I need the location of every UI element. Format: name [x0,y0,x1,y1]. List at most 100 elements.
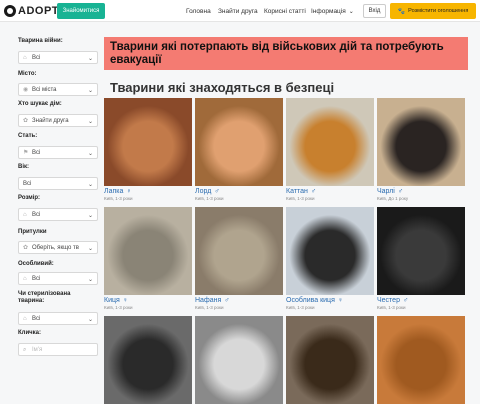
paw-icon: ✿ [23,117,29,124]
filter-select[interactable]: ⌂ Всі ⌄ [18,272,98,285]
filter-label: Кличка: [18,330,41,336]
pet-photo[interactable] [104,98,192,186]
filter-value: Оберіть, якщо тв [32,244,79,251]
filter-select[interactable]: ⚑ Всі ⌄ [18,146,98,159]
pet-photo[interactable] [104,207,192,295]
chevron-down-icon: ⌄ [87,151,93,157]
nav-information[interactable]: Інформація ⌄ [311,0,354,22]
filter-select[interactable]: ⌂ Всі ⌄ [18,312,98,325]
pet-photo[interactable] [195,316,283,404]
filter-select[interactable]: ⌂ Всі ⌄ [18,208,98,221]
pet-meta: Київ, 1-3 роки [195,305,224,310]
nav-find-friend[interactable]: Знайти друга [218,0,258,22]
logo-text: ADOPT [18,5,59,17]
female-icon: ♀ [126,188,132,195]
male-icon: ♂ [310,188,317,195]
pet-photo[interactable] [377,207,465,295]
nav-home-label: Головна [186,7,211,15]
filter-value: Всі [32,315,41,322]
pet-card[interactable]: Нафаня ♂ Київ, 1-3 роки [195,207,283,310]
pet-name-row[interactable]: Лапка ♀ [104,188,192,195]
pet-card[interactable]: Честер ♂ Київ, 1-3 роки [377,207,465,310]
pet-name-row[interactable]: Нафаня ♂ [195,297,283,304]
pet-name: Киця [104,297,120,304]
chevron-down-icon: ⌄ [87,317,93,323]
pet-meta: Київ, 1-3 роки [286,196,315,201]
filter-label: Чи стерилізована тварина: [18,291,71,304]
filter-select[interactable]: ◉ Всі міста ⌄ [18,83,98,96]
pet-meta: Київ, 1-3 роки [104,196,133,201]
pin-icon: ◉ [23,86,29,93]
pet-name: Лапка [104,188,124,195]
filter-select[interactable]: ✿ Знайти друга ⌄ [18,114,98,127]
house-icon: ⌂ [23,275,27,282]
filter-label: Тварина війни: [18,38,63,44]
pet-photo[interactable] [377,316,465,404]
search-icon: ⌕ [23,346,27,353]
female-icon: ♀ [337,297,344,304]
pet-card[interactable] [377,316,465,404]
get-acquainted-button[interactable]: Знайомитися [57,3,105,19]
filter-label: Притулки [18,229,47,235]
login-button[interactable]: Вхід [363,4,386,18]
pet-photo[interactable] [286,207,374,295]
pet-name-row[interactable]: Чарлі ♂ [377,188,465,195]
post-ad-button[interactable]: 🐾 Розмістити оголошення [390,3,476,19]
chevron-down-icon: ⌄ [348,8,354,15]
pet-meta: Київ, 1-3 роки [195,196,224,201]
war-animals-banner[interactable]: Тварини які потерпають від військових ді… [104,37,468,70]
filter-value: Ім'я [32,346,43,353]
pet-card[interactable]: Лапка ♀ Київ, 1-3 роки [104,98,192,201]
pet-card[interactable]: Лорд ♂ Київ, 1-3 роки [195,98,283,201]
pet-photo[interactable] [104,316,192,404]
logo[interactable]: ADOPT [4,3,59,19]
nav-articles[interactable]: Корисні статті [264,0,306,22]
chevron-down-icon: ⌄ [87,119,93,125]
pet-card[interactable] [195,316,283,404]
filter-value: Всі [32,54,41,61]
pet-photo[interactable] [286,98,374,186]
pet-name-row[interactable]: Каттан ♂ [286,188,374,195]
pet-name: Лорд [195,188,212,195]
filter-value: Всі [32,275,41,282]
pet-name-row[interactable]: Лорд ♂ [195,188,283,195]
pet-meta: Київ, 1-3 роки [104,305,133,310]
pet-name-row[interactable]: Киця ♀ [104,297,192,304]
pet-name-row[interactable]: Честер ♂ [377,297,465,304]
nav-articles-label: Корисні статті [264,7,306,15]
pet-card[interactable]: Чарлі ♂ Київ, До 1 року [377,98,465,201]
male-icon: ♂ [214,188,220,195]
nav-find-friend-label: Знайти друга [218,7,258,15]
pet-card[interactable]: Каттан ♂ Київ, 1-3 роки [286,98,374,201]
pet-name: Нафаня [195,297,222,304]
house-icon: ⌂ [23,211,27,218]
pet-name: Честер [377,297,400,304]
female-icon: ♀ [122,297,129,304]
pet-card[interactable]: Киця ♀ Київ, 1-3 роки [104,207,192,310]
section-title: Тварини які знаходяться в безпеці [110,80,335,95]
nav-home[interactable]: Головна [186,0,211,22]
filter-label: Стать: [18,133,38,139]
pet-name-row[interactable]: Особлива киця ♀ [286,297,374,304]
pet-card[interactable] [286,316,374,404]
filter-label: Хто шукає дім: [18,101,62,107]
flag-icon: ⚑ [23,149,29,156]
chevron-down-icon: ⌄ [87,213,93,219]
name-search-input[interactable]: ⌕ Ім'я [18,343,98,356]
paw-icon: ✿ [23,244,29,251]
pet-photo[interactable] [377,98,465,186]
filter-select[interactable]: ⌂ Всі ⌄ [18,51,98,64]
filter-select[interactable]: Всі ⌄ [18,177,98,190]
house-icon: ⌂ [23,315,27,322]
pet-meta: Київ, 1-3 роки [377,305,406,310]
filter-label: Розмір: [18,195,41,201]
pet-photo[interactable] [195,98,283,186]
pet-card[interactable]: Особлива киця ♀ Київ, 1-3 роки [286,207,374,310]
filter-select[interactable]: ✿ Оберіть, якщо тв ⌄ [18,241,98,254]
filter-value: Всі міста [32,86,57,93]
pet-photo[interactable] [195,207,283,295]
pet-card[interactable] [104,316,192,404]
pet-photo[interactable] [286,316,374,404]
male-icon: ♂ [397,188,404,195]
filter-value: Знайти друга [32,117,69,124]
